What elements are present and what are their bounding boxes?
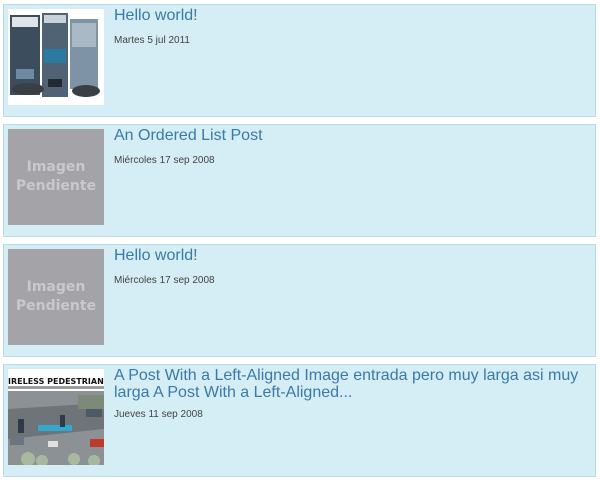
post-card: IRELESS PEDESTRIAN DET A Post With a Lef…: [3, 364, 596, 477]
post-date: Martes 5 jul 2011: [114, 35, 190, 46]
post-title[interactable]: Hello world!: [114, 247, 581, 264]
post-title[interactable]: Hello world!: [114, 7, 581, 24]
post-thumbnail-placeholder[interactable]: Imagen Pendiente: [8, 129, 104, 225]
post-date: Jueves 11 sep 2008: [114, 409, 203, 420]
console-image-icon: [8, 9, 104, 105]
image-pending-placeholder: Imagen Pendiente: [8, 249, 104, 345]
placeholder-line2: Pendiente: [15, 298, 97, 314]
post-card: Imagen Pendiente Hello world! Miércoles …: [3, 244, 596, 357]
placeholder-line1: Imagen: [26, 279, 86, 295]
placeholder-line1: Imagen: [26, 159, 86, 175]
image-pending-placeholder: Imagen Pendiente: [8, 129, 104, 225]
post-title[interactable]: An Ordered List Post: [114, 127, 581, 144]
post-date: Miércoles 17 sep 2008: [114, 155, 215, 166]
post-card: Hello world! Martes 5 jul 2011: [3, 4, 596, 117]
post-thumbnail-placeholder[interactable]: Imagen Pendiente: [8, 249, 104, 345]
post-title[interactable]: A Post With a Left-Aligned Image entrada…: [114, 367, 581, 401]
post-thumbnail-console[interactable]: [8, 9, 104, 105]
placeholder-line2: Pendiente: [15, 178, 97, 194]
street-scene-icon: [8, 386, 104, 465]
post-date: Miércoles 17 sep 2008: [114, 275, 215, 286]
post-card: Imagen Pendiente An Ordered List Post Mi…: [3, 124, 596, 237]
post-thumbnail-pedestrian[interactable]: IRELESS PEDESTRIAN DET: [8, 369, 104, 465]
